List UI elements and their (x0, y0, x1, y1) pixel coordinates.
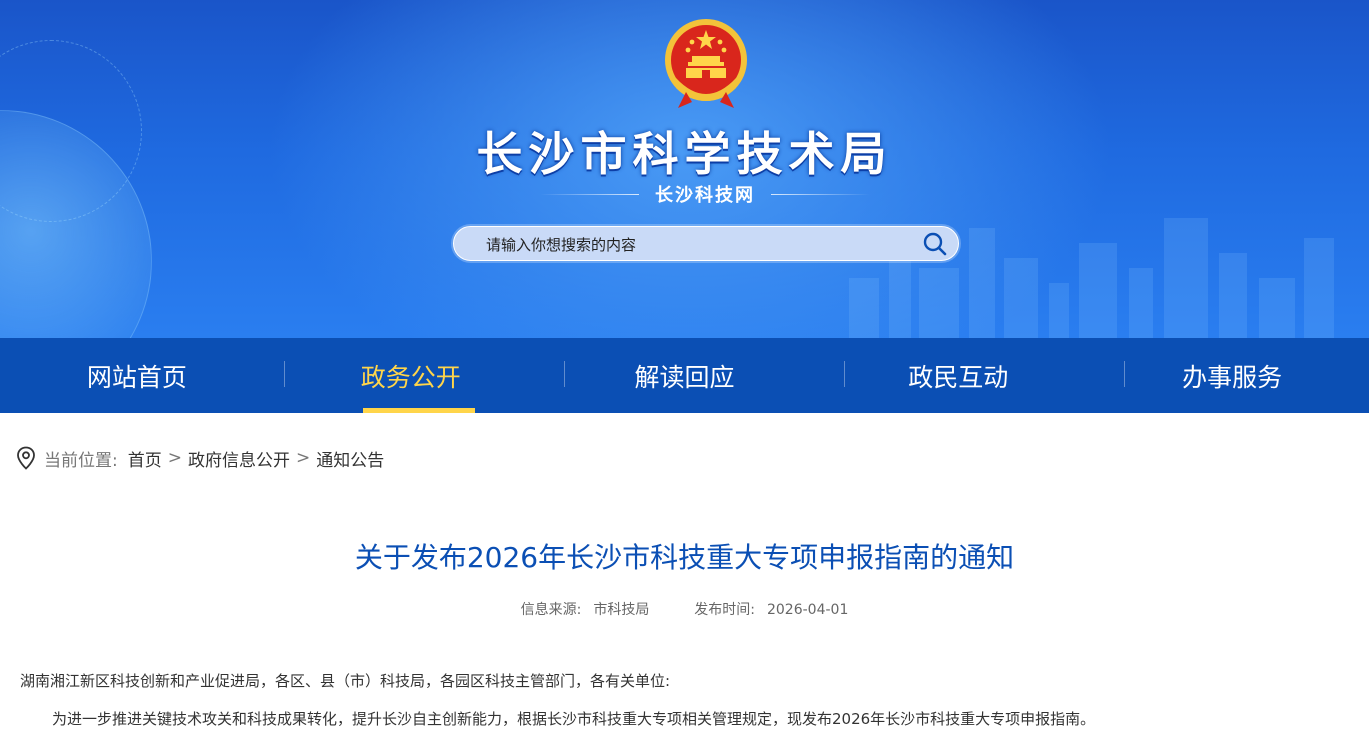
breadcrumb-home-link[interactable]: 首页 (128, 446, 162, 471)
search-input[interactable] (484, 233, 908, 257)
breadcrumb-separator: > (167, 448, 182, 468)
divider-line (771, 193, 870, 195)
article-meta: 信息来源: 市科技局 发布时间: 2026-04-01 (0, 599, 1369, 619)
breadcrumb-separator: > (295, 448, 311, 468)
source-label: 信息来源: (520, 602, 582, 618)
search-box (453, 226, 959, 261)
divider-line (540, 193, 639, 195)
date-label: 发布时间: (694, 602, 755, 618)
nav-separator (844, 361, 845, 387)
header-banner: 长沙市科学技术局 长沙科技网 (0, 0, 1369, 338)
nav-separator (1124, 361, 1125, 387)
site-subtitle: 长沙科技网 (655, 185, 755, 206)
breadcrumb-label: 当前位置: (44, 450, 118, 471)
nav-separator (284, 361, 285, 387)
article-title: 关于发布2026年长沙市科技重大专项申报指南的通知 (354, 541, 1015, 574)
article-body-paragraph: 为进一步推进关键技术攻关和科技成果转化，提升长沙自主创新能力，根据长沙市科技重大… (52, 710, 1096, 728)
breadcrumb-notice-link[interactable]: 通知公告 (316, 446, 384, 471)
main-nav: 网站首页 政务公开 解读回应 政民互动 办事服务 (0, 338, 1369, 413)
nav-separator (564, 361, 565, 387)
nav-item-services[interactable]: 办事服务 (1095, 338, 1369, 413)
decorative-city-skyline (809, 198, 1369, 338)
location-pin-icon (17, 446, 35, 470)
search-icon[interactable] (922, 231, 948, 257)
nav-item-interpretation[interactable]: 解读回应 (548, 338, 822, 413)
breadcrumb: 当前位置: 首页 > 政府信息公开 > 通知公告 (16, 445, 384, 471)
nav-item-home[interactable]: 网站首页 (0, 338, 274, 413)
source-value: 市科技局 (593, 602, 650, 618)
national-emblem-icon (665, 19, 747, 108)
site-title: 长沙市科学技术局 (476, 127, 893, 181)
breadcrumb-gov-info-link[interactable]: 政府信息公开 (188, 446, 290, 471)
nav-item-government-affairs[interactable]: 政务公开 (274, 338, 548, 413)
date-value: 2026-04-01 (766, 602, 849, 618)
site-subtitle-row: 长沙科技网 (540, 182, 870, 206)
article-addressee: 湖南湘江新区科技创新和产业促进局，各区、县（市）科技局，各园区科技主管部门，各有… (20, 672, 671, 690)
nav-item-interaction[interactable]: 政民互动 (821, 338, 1095, 413)
